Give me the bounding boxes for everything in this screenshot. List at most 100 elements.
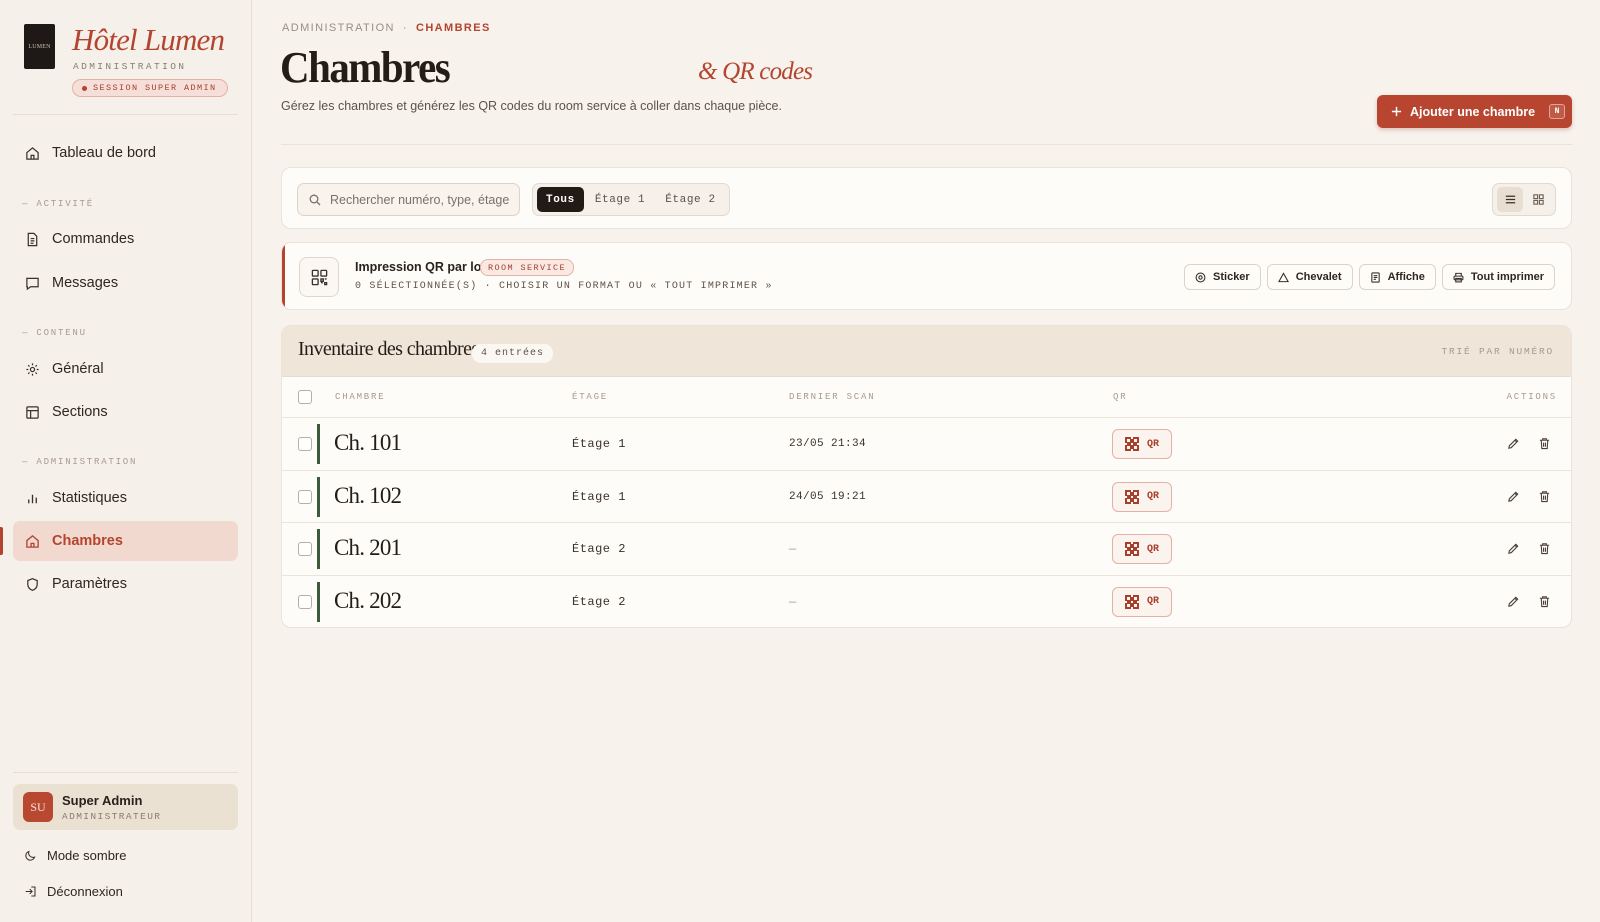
row-accent bbox=[317, 529, 320, 569]
breadcrumb-root[interactable]: ADMINISTRATION bbox=[282, 22, 395, 34]
last-scan: 23/05 21:34 bbox=[789, 438, 867, 450]
brand-name: Hôtel Lumen bbox=[72, 22, 225, 57]
hotel-logo[interactable]: LUMEN bbox=[24, 24, 55, 69]
delete-button[interactable] bbox=[1538, 490, 1552, 504]
target-icon bbox=[1195, 272, 1206, 282]
column-header-floor[interactable]: ÉTAGE bbox=[572, 392, 608, 402]
edit-button[interactable] bbox=[1507, 437, 1521, 451]
qr-code-icon bbox=[1124, 437, 1139, 451]
main-content: ADMINISTRATION · CHAMBRES Chambres & QR … bbox=[252, 0, 1600, 922]
print-tent-card-button[interactable]: Chevalet bbox=[1266, 264, 1353, 290]
list-view-button[interactable] bbox=[1497, 187, 1523, 212]
list-icon bbox=[1505, 195, 1515, 204]
floor-filter: Tous Étage 1 Étage 2 bbox=[532, 183, 730, 216]
dark-mode-toggle[interactable]: Mode sombre bbox=[24, 848, 126, 863]
room-floor: Étage 1 bbox=[572, 489, 626, 504]
row-checkbox[interactable] bbox=[298, 437, 312, 451]
row-checkbox[interactable] bbox=[298, 542, 312, 556]
print-poster-button[interactable]: Affiche bbox=[1358, 264, 1436, 290]
sidebar-item-settings[interactable]: Paramètres bbox=[13, 564, 238, 604]
table-row[interactable]: Ch. 102 Étage 1 24/05 19:21 QR bbox=[282, 471, 1571, 523]
shield-icon bbox=[27, 577, 38, 591]
row-accent bbox=[317, 424, 320, 464]
selection-status: 0 SÉLECTIONNÉE(S) · CHOISIR UN FORMAT OU… bbox=[355, 281, 773, 292]
room-floor: Étage 2 bbox=[572, 542, 626, 556]
edit-button[interactable] bbox=[1507, 595, 1521, 609]
trash-icon bbox=[1539, 490, 1550, 502]
trash-icon bbox=[1539, 543, 1550, 555]
sidebar-item-dashboard[interactable]: Tableau de bord bbox=[13, 133, 238, 173]
qr-code-button[interactable]: QR bbox=[1112, 534, 1172, 564]
search-icon bbox=[309, 194, 321, 205]
column-header-qr: QR bbox=[1113, 392, 1128, 402]
edit-button[interactable] bbox=[1507, 490, 1521, 504]
batch-print-panel: Impression QR par lot ROOM SERVICE 0 SÉL… bbox=[281, 242, 1572, 310]
room-number[interactable]: Ch. 202 bbox=[334, 588, 402, 614]
room-service-badge: ROOM SERVICE bbox=[480, 259, 575, 276]
filter-all[interactable]: Tous bbox=[537, 187, 584, 212]
avatar: SU bbox=[23, 792, 53, 822]
breadcrumb-current: CHAMBRES bbox=[415, 22, 491, 34]
header-divider bbox=[281, 144, 1572, 145]
add-room-button[interactable]: Ajouter une chambre N bbox=[1377, 95, 1572, 128]
qr-grid-icon bbox=[299, 257, 339, 297]
last-scan: 24/05 19:21 bbox=[789, 490, 867, 503]
plus-icon bbox=[1391, 106, 1402, 117]
printer-icon bbox=[1453, 272, 1464, 282]
room-number[interactable]: Ch. 201 bbox=[334, 535, 402, 561]
batch-actions: Sticker Chevalet Affiche Tout imprimer bbox=[1184, 264, 1555, 290]
sidebar-divider bbox=[13, 772, 238, 773]
sidebar-item-statistics[interactable]: Statistiques bbox=[13, 478, 238, 518]
delete-button[interactable] bbox=[1538, 595, 1552, 609]
print-sticker-button[interactable]: Sticker bbox=[1184, 264, 1261, 290]
table-row[interactable]: Ch. 101 Étage 1 23/05 21:34 QR bbox=[282, 418, 1571, 471]
column-header-actions: ACTIONS bbox=[1506, 392, 1557, 402]
qr-code-button[interactable]: QR bbox=[1112, 481, 1172, 512]
select-all-checkbox[interactable] bbox=[298, 390, 312, 404]
room-number[interactable]: Ch. 101 bbox=[334, 430, 402, 456]
file-icon bbox=[27, 232, 38, 246]
room-number[interactable]: Ch. 102 bbox=[334, 483, 402, 509]
logout-link[interactable]: Déconnexion bbox=[24, 884, 123, 899]
qr-code-button[interactable]: QR bbox=[1112, 586, 1172, 617]
sidebar-item-orders[interactable]: Commandes bbox=[13, 219, 238, 259]
keyboard-shortcut: N bbox=[1549, 104, 1566, 119]
last-scan: — bbox=[789, 542, 797, 556]
status-dot-icon bbox=[82, 85, 87, 91]
logout-icon bbox=[25, 886, 36, 897]
trash-icon bbox=[1539, 595, 1550, 607]
breadcrumb: ADMINISTRATION · CHAMBRES bbox=[282, 22, 491, 34]
sort-label[interactable]: TRIÉ PAR NUMÉRO bbox=[1441, 346, 1554, 357]
inventory-header: Inventaire des chambres 4 entrées TRIÉ P… bbox=[282, 326, 1571, 377]
filter-floor-2[interactable]: Étage 2 bbox=[656, 187, 724, 212]
trash-icon bbox=[1539, 438, 1550, 450]
triangle-icon bbox=[1277, 271, 1289, 282]
row-checkbox[interactable] bbox=[298, 489, 312, 504]
qr-code-button[interactable]: QR bbox=[1112, 429, 1172, 459]
view-toggle bbox=[1492, 183, 1556, 216]
table-row[interactable]: Ch. 201 Étage 2 — QR bbox=[282, 523, 1571, 576]
table-row[interactable]: Ch. 202 Étage 2 — QR bbox=[282, 576, 1571, 628]
user-card[interactable]: SU Super Admin ADMINISTRATEUR bbox=[13, 784, 238, 830]
grid-view-button[interactable] bbox=[1525, 187, 1551, 212]
filter-floor-1[interactable]: Étage 1 bbox=[586, 187, 654, 212]
column-header-last-scan[interactable]: DERNIER SCAN bbox=[789, 392, 875, 402]
user-name: Super Admin bbox=[62, 792, 143, 808]
sidebar-item-general[interactable]: Général bbox=[13, 349, 238, 389]
pencil-icon bbox=[1508, 543, 1519, 554]
nav-section-content: — CONTENU bbox=[22, 328, 87, 338]
column-header-room[interactable]: CHAMBRE bbox=[335, 392, 385, 402]
bar-chart-icon bbox=[28, 494, 37, 503]
search-box[interactable] bbox=[297, 183, 520, 216]
sidebar-item-rooms[interactable]: Chambres bbox=[13, 521, 238, 561]
edit-button[interactable] bbox=[1507, 542, 1521, 556]
sidebar-item-sections[interactable]: Sections bbox=[13, 392, 238, 432]
delete-button[interactable] bbox=[1538, 437, 1552, 451]
breadcrumb-separator: · bbox=[402, 22, 408, 34]
sidebar-item-messages[interactable]: Messages bbox=[13, 263, 238, 303]
print-all-button[interactable]: Tout imprimer bbox=[1441, 264, 1555, 290]
delete-button[interactable] bbox=[1538, 542, 1552, 556]
batch-title: Impression QR par lot bbox=[355, 260, 486, 274]
row-checkbox[interactable] bbox=[298, 594, 312, 609]
search-input[interactable] bbox=[330, 192, 510, 207]
